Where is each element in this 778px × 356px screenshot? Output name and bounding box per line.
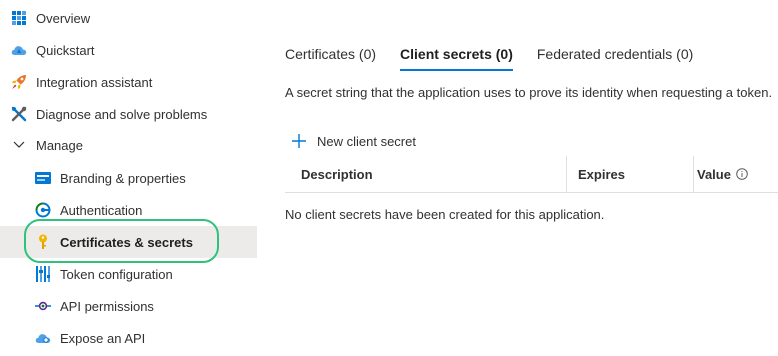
tab-certificates[interactable]: Certificates (0) bbox=[285, 44, 376, 71]
column-divider bbox=[566, 156, 567, 192]
empty-state-message: No client secrets have been created for … bbox=[285, 207, 605, 222]
api-permissions-icon bbox=[35, 298, 51, 314]
sidebar-group-manage[interactable]: Manage bbox=[0, 129, 257, 161]
info-icon[interactable] bbox=[736, 168, 748, 180]
sidebar-item-label: Quickstart bbox=[36, 42, 95, 58]
sidebar-item-label: Overview bbox=[36, 10, 91, 26]
sidebar-item-authentication[interactable]: Authentication bbox=[0, 194, 257, 226]
sidebar-item-label: Expose an API bbox=[60, 330, 146, 346]
sidebar-item-overview[interactable]: Overview bbox=[0, 2, 257, 34]
sidebar-item-certificates-secrets[interactable]: Certificates & secrets bbox=[0, 226, 257, 258]
key-icon bbox=[35, 234, 51, 250]
secrets-description: A secret string that the application use… bbox=[285, 85, 773, 100]
sidebar-group-label: Manage bbox=[36, 137, 83, 153]
sidebar-item-token-configuration[interactable]: Token configuration bbox=[0, 258, 257, 290]
sidebar-item-quickstart[interactable]: Quickstart bbox=[0, 34, 257, 66]
overview-grid-icon bbox=[11, 10, 27, 26]
sidebar-item-label: Authentication bbox=[60, 202, 143, 218]
column-header-expires[interactable]: Expires bbox=[578, 156, 625, 192]
sidebar-item-label: Integration assistant bbox=[36, 74, 153, 90]
token-bars-icon bbox=[35, 266, 51, 282]
column-divider bbox=[693, 156, 694, 192]
main-content: Certificates (0) Client secrets (0) Fede… bbox=[257, 0, 778, 356]
sidebar-item-branding[interactable]: Branding & properties bbox=[0, 162, 257, 194]
table-header: Description Expires Value bbox=[285, 156, 778, 193]
wrench-icon bbox=[11, 106, 27, 122]
branding-card-icon bbox=[35, 170, 51, 186]
plus-icon bbox=[291, 133, 307, 149]
tab-client-secrets[interactable]: Client secrets (0) bbox=[400, 44, 513, 71]
sidebar-item-expose-api[interactable]: Expose an API bbox=[0, 322, 257, 354]
cloud-api-icon bbox=[35, 330, 51, 346]
sidebar-item-label: Diagnose and solve problems bbox=[36, 106, 208, 122]
new-client-secret-button[interactable]: New client secret bbox=[291, 130, 416, 152]
sidebar-item-label: Branding & properties bbox=[60, 170, 186, 186]
new-client-secret-label: New client secret bbox=[317, 133, 416, 149]
sidebar-item-api-permissions[interactable]: API permissions bbox=[0, 290, 257, 322]
column-header-description[interactable]: Description bbox=[301, 156, 373, 192]
column-header-value[interactable]: Value bbox=[697, 156, 748, 192]
sidebar-item-label: Certificates & secrets bbox=[60, 234, 193, 250]
sidebar-item-diagnose[interactable]: Diagnose and solve problems bbox=[0, 98, 257, 130]
sidebar-item-integration-assistant[interactable]: Integration assistant bbox=[0, 66, 257, 98]
rocket-icon bbox=[11, 74, 27, 90]
client-secrets-table: Description Expires Value bbox=[285, 156, 778, 193]
sidebar-item-label: API permissions bbox=[60, 298, 154, 314]
chevron-down-icon bbox=[11, 137, 27, 153]
sidebar-nav: Overview Quickstart Integration assistan… bbox=[0, 0, 257, 356]
sidebar-item-label: Token configuration bbox=[60, 266, 173, 282]
tab-federated-credentials[interactable]: Federated credentials (0) bbox=[537, 44, 693, 71]
cloud-quickstart-icon bbox=[11, 42, 27, 58]
authentication-icon bbox=[35, 202, 51, 218]
tab-list: Certificates (0) Client secrets (0) Fede… bbox=[285, 44, 717, 72]
